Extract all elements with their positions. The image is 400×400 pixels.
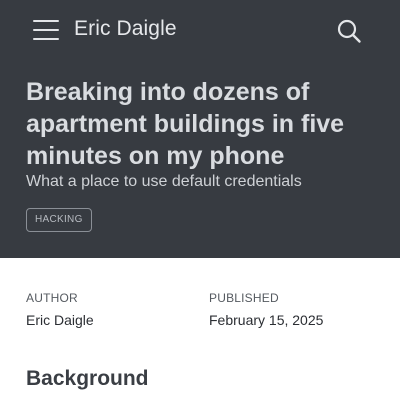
site-title-link[interactable]: Eric Daigle: [74, 17, 177, 41]
published-date: February 15, 2025: [209, 312, 324, 328]
search-button[interactable]: [336, 18, 362, 44]
post-subtitle: What a place to use default credentials: [26, 173, 302, 190]
post-hero-header: Eric Daigle Breaking into dozens of apar…: [0, 0, 400, 258]
hamburger-menu-icon-bar: [33, 20, 59, 22]
published-label: PUBLISHED: [209, 291, 279, 305]
search-icon: [337, 19, 361, 43]
author-label: AUTHOR: [26, 291, 78, 305]
post-title: Breaking into dozens of apartment buildi…: [26, 78, 345, 170]
hamburger-menu-icon-bar: [33, 38, 59, 40]
hamburger-menu-icon-bar: [33, 29, 59, 31]
tag-hacking[interactable]: HACKING: [26, 208, 92, 232]
author-name: Eric Daigle: [26, 312, 94, 328]
section-heading-background: Background: [26, 367, 149, 390]
menu-button[interactable]: [33, 19, 61, 41]
